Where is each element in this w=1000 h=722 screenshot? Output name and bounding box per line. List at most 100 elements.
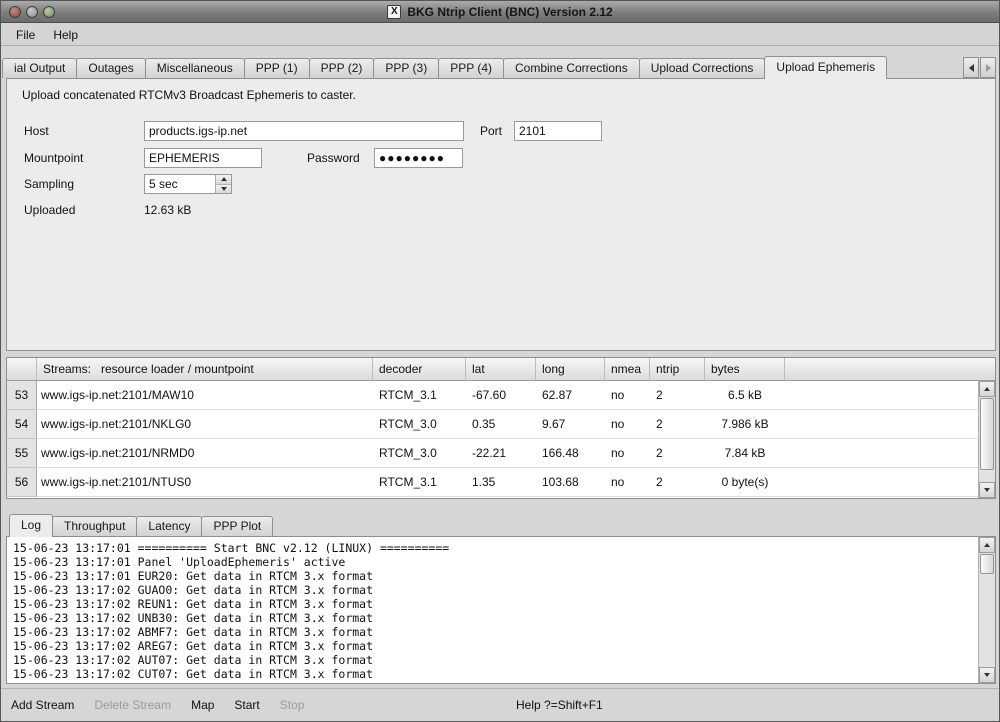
password-input[interactable] xyxy=(374,148,463,168)
window-title-text: BKG Ntrip Client (BNC) Version 2.12 xyxy=(407,5,612,19)
right-arrow-icon xyxy=(986,64,991,72)
cell-decoder: RTCM_3.1 xyxy=(373,468,466,497)
cell-bytes: 7.986 kB xyxy=(705,410,785,439)
tab-ppp-1[interactable]: PPP (1) xyxy=(244,58,310,78)
stream-row[interactable]: 53 www.igs-ip.net:2101/MAW10 RTCM_3.1 -6… xyxy=(7,381,995,410)
host-input[interactable] xyxy=(144,121,464,141)
streams-table-header: Streams: resource loader / mountpoint de… xyxy=(7,358,995,381)
log-scrollbar[interactable] xyxy=(978,537,995,683)
header-bytes: bytes xyxy=(705,358,785,381)
header-nmea: nmea xyxy=(605,358,650,381)
log-line: 15-06-23 13:17:02 AREG7: Get data in RTC… xyxy=(13,639,975,653)
cell-decoder: RTCM_3.0 xyxy=(373,439,466,468)
row-number: 53 xyxy=(7,381,37,410)
tab-latency[interactable]: Latency xyxy=(136,516,202,536)
cell-resource: www.igs-ip.net:2101/NTUS0 xyxy=(37,468,373,497)
port-input[interactable] xyxy=(514,121,602,141)
tab-scroll-left-button[interactable] xyxy=(963,57,979,78)
cell-decoder: RTCM_3.1 xyxy=(373,381,466,410)
cell-nmea: no xyxy=(605,410,650,439)
log-line: 15-06-23 13:17:02 ABMF7: Get data in RTC… xyxy=(13,625,975,639)
header-decoder: decoder xyxy=(373,358,466,381)
stream-row[interactable]: 54 www.igs-ip.net:2101/NKLG0 RTCM_3.0 0.… xyxy=(7,410,995,439)
scroll-thumb[interactable] xyxy=(980,554,994,574)
tab-ppp-3[interactable]: PPP (3) xyxy=(373,58,439,78)
tab-upload-corrections[interactable]: Upload Corrections xyxy=(639,58,766,78)
cell-resource: www.igs-ip.net:2101/NRMD0 xyxy=(37,439,373,468)
cell-ntrip: 2 xyxy=(650,439,705,468)
log-line: 15-06-23 13:17:01 Panel 'UploadEphemeris… xyxy=(13,555,975,569)
log-line: 15-06-23 13:17:02 REUN1: Get data in RTC… xyxy=(13,597,975,611)
host-label: Host xyxy=(24,121,49,141)
map-button[interactable]: Map xyxy=(191,698,214,712)
tab-scrollers xyxy=(962,57,996,78)
cell-ntrip: 2 xyxy=(650,468,705,497)
uploaded-label: Uploaded xyxy=(24,200,75,220)
tab-ppp-4[interactable]: PPP (4) xyxy=(438,58,504,78)
tab-upload-ephemeris[interactable]: Upload Ephemeris xyxy=(764,56,887,79)
bottom-toolbar: Add Stream Delete Stream Map Start Stop … xyxy=(1,688,999,721)
tab-throughput[interactable]: Throughput xyxy=(52,516,137,536)
spin-up-button[interactable] xyxy=(216,175,231,185)
cell-long: 9.67 xyxy=(536,410,605,439)
minimize-button[interactable] xyxy=(26,6,38,18)
streams-scrollbar[interactable] xyxy=(978,381,995,498)
uploaded-value: 12.63 kB xyxy=(144,200,191,220)
up-arrow-icon xyxy=(221,177,227,181)
header-long: long xyxy=(536,358,605,381)
scroll-down-button[interactable] xyxy=(979,482,995,498)
cell-bytes: 6.5 kB xyxy=(705,381,785,410)
menu-bar: File Help xyxy=(1,24,999,46)
log-line: 15-06-23 13:17:02 GUAO0: Get data in RTC… xyxy=(13,583,975,597)
log-line: 15-06-23 13:17:02 CUT07: Get data in RTC… xyxy=(13,667,975,681)
tab-serial-output[interactable]: ial Output xyxy=(2,58,77,78)
header-ntrip: ntrip xyxy=(650,358,705,381)
cell-filler xyxy=(785,468,995,497)
menu-help[interactable]: Help xyxy=(44,26,87,44)
x11-app-icon: X xyxy=(387,5,401,19)
log-line: 15-06-23 13:17:02 UNB30: Get data in RTC… xyxy=(13,611,975,625)
tab-bar: ial Output Outages Miscellaneous PPP (1)… xyxy=(6,57,996,78)
stream-row[interactable]: 56 www.igs-ip.net:2101/NTUS0 RTCM_3.1 1.… xyxy=(7,468,995,497)
cell-ntrip: 2 xyxy=(650,381,705,410)
cell-bytes: 0 byte(s) xyxy=(705,468,785,497)
tab-outages[interactable]: Outages xyxy=(76,58,145,78)
help-shortcut-hint: Help ?=Shift+F1 xyxy=(516,698,603,712)
menu-file[interactable]: File xyxy=(7,26,44,44)
stop-button: Stop xyxy=(280,698,305,712)
log-view[interactable]: 15-06-23 13:17:01 ========== Start BNC v… xyxy=(13,541,975,681)
cell-long: 62.87 xyxy=(536,381,605,410)
mountpoint-input[interactable] xyxy=(144,148,262,168)
tab-ppp-2[interactable]: PPP (2) xyxy=(309,58,375,78)
bottom-tab-bar: Log Throughput Latency PPP Plot xyxy=(9,515,272,536)
tab-log[interactable]: Log xyxy=(9,514,53,537)
cell-lat: -22.21 xyxy=(466,439,536,468)
cell-filler xyxy=(785,410,995,439)
scroll-thumb[interactable] xyxy=(980,398,994,470)
tab-ppp-plot[interactable]: PPP Plot xyxy=(201,516,273,536)
sampling-spinbox[interactable]: 5 sec xyxy=(144,174,232,194)
window-title: X BKG Ntrip Client (BNC) Version 2.12 xyxy=(387,5,612,19)
maximize-button[interactable] xyxy=(43,6,55,18)
header-resource: Streams: resource loader / mountpoint xyxy=(37,358,373,381)
scroll-up-button[interactable] xyxy=(979,537,995,553)
upload-ephemeris-panel: Upload concatenated RTCMv3 Broadcast Eph… xyxy=(6,78,996,351)
spin-buttons xyxy=(215,175,231,193)
spin-down-button[interactable] xyxy=(216,185,231,194)
cell-nmea: no xyxy=(605,468,650,497)
down-arrow-icon xyxy=(984,488,990,492)
close-button[interactable] xyxy=(9,6,21,18)
add-stream-button[interactable]: Add Stream xyxy=(11,698,74,712)
tab-scroll-right-button[interactable] xyxy=(980,57,996,78)
cell-nmea: no xyxy=(605,381,650,410)
tab-combine-corrections[interactable]: Combine Corrections xyxy=(503,58,640,78)
cell-long: 166.48 xyxy=(536,439,605,468)
panel-description: Upload concatenated RTCMv3 Broadcast Eph… xyxy=(22,88,356,102)
left-arrow-icon xyxy=(969,64,974,72)
start-button[interactable]: Start xyxy=(234,698,259,712)
cell-lat: 1.35 xyxy=(466,468,536,497)
scroll-up-button[interactable] xyxy=(979,381,995,397)
scroll-down-button[interactable] xyxy=(979,667,995,683)
stream-row[interactable]: 55 www.igs-ip.net:2101/NRMD0 RTCM_3.0 -2… xyxy=(7,439,995,468)
tab-miscellaneous[interactable]: Miscellaneous xyxy=(145,58,245,78)
